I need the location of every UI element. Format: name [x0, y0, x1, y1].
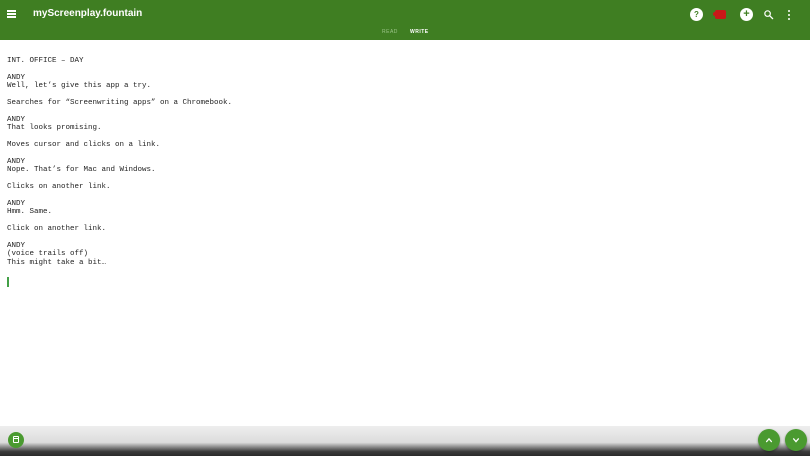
bottom-bar [0, 426, 810, 456]
text-cursor [7, 277, 9, 287]
parenthetical-line: (voice trails off) [7, 250, 89, 258]
screenplay-editor[interactable]: INT. OFFICE – DAY ANDY Well, let’s give … [0, 40, 810, 426]
help-icon[interactable]: ? [690, 8, 703, 21]
record-icon[interactable] [713, 8, 729, 21]
mode-tabs: READ WRITE [0, 28, 810, 40]
tab-write[interactable]: WRITE [410, 29, 429, 35]
action-line: Clicks on another link. [7, 183, 111, 191]
scroll-up-icon [765, 437, 773, 443]
outline-icon[interactable] [8, 432, 24, 448]
scroll-down-icon [792, 438, 800, 443]
character-name: ANDY [7, 116, 26, 124]
action-line: Moves cursor and clicks on a link. [7, 141, 161, 149]
add-icon[interactable]: + [740, 8, 753, 21]
app-bar: myScreenplay.fountain ? + READ WRITE [0, 0, 810, 40]
dialogue-line: Well, let’s give this app a try. [7, 82, 152, 90]
character-name: ANDY [7, 242, 26, 250]
scroll-down-button[interactable] [785, 429, 807, 451]
more-vert-icon[interactable] [786, 8, 792, 21]
dialogue-line: Nope. That’s for Mac and Windows. [7, 166, 156, 174]
character-name: ANDY [7, 200, 26, 208]
dialogue-line: This might take a bit… [7, 259, 107, 267]
character-name: ANDY [7, 74, 26, 82]
action-line: Click on another link. [7, 225, 107, 233]
scroll-up-button[interactable] [758, 429, 780, 451]
dialogue-line: Hmm. Same. [7, 208, 53, 216]
document-title: myScreenplay.fountain [33, 8, 143, 19]
character-name: ANDY [7, 158, 26, 166]
action-line: Searches for “Screenwriting apps” on a C… [7, 99, 233, 107]
tab-read[interactable]: READ [382, 29, 398, 35]
toolbar-actions: ? + [690, 8, 810, 22]
app-window: myScreenplay.fountain ? + READ WRITE INT… [0, 0, 810, 456]
scene-heading: INT. OFFICE – DAY [7, 57, 84, 65]
search-icon[interactable] [762, 8, 775, 21]
menu-icon[interactable] [5, 6, 19, 20]
dialogue-line: That looks promising. [7, 124, 102, 132]
